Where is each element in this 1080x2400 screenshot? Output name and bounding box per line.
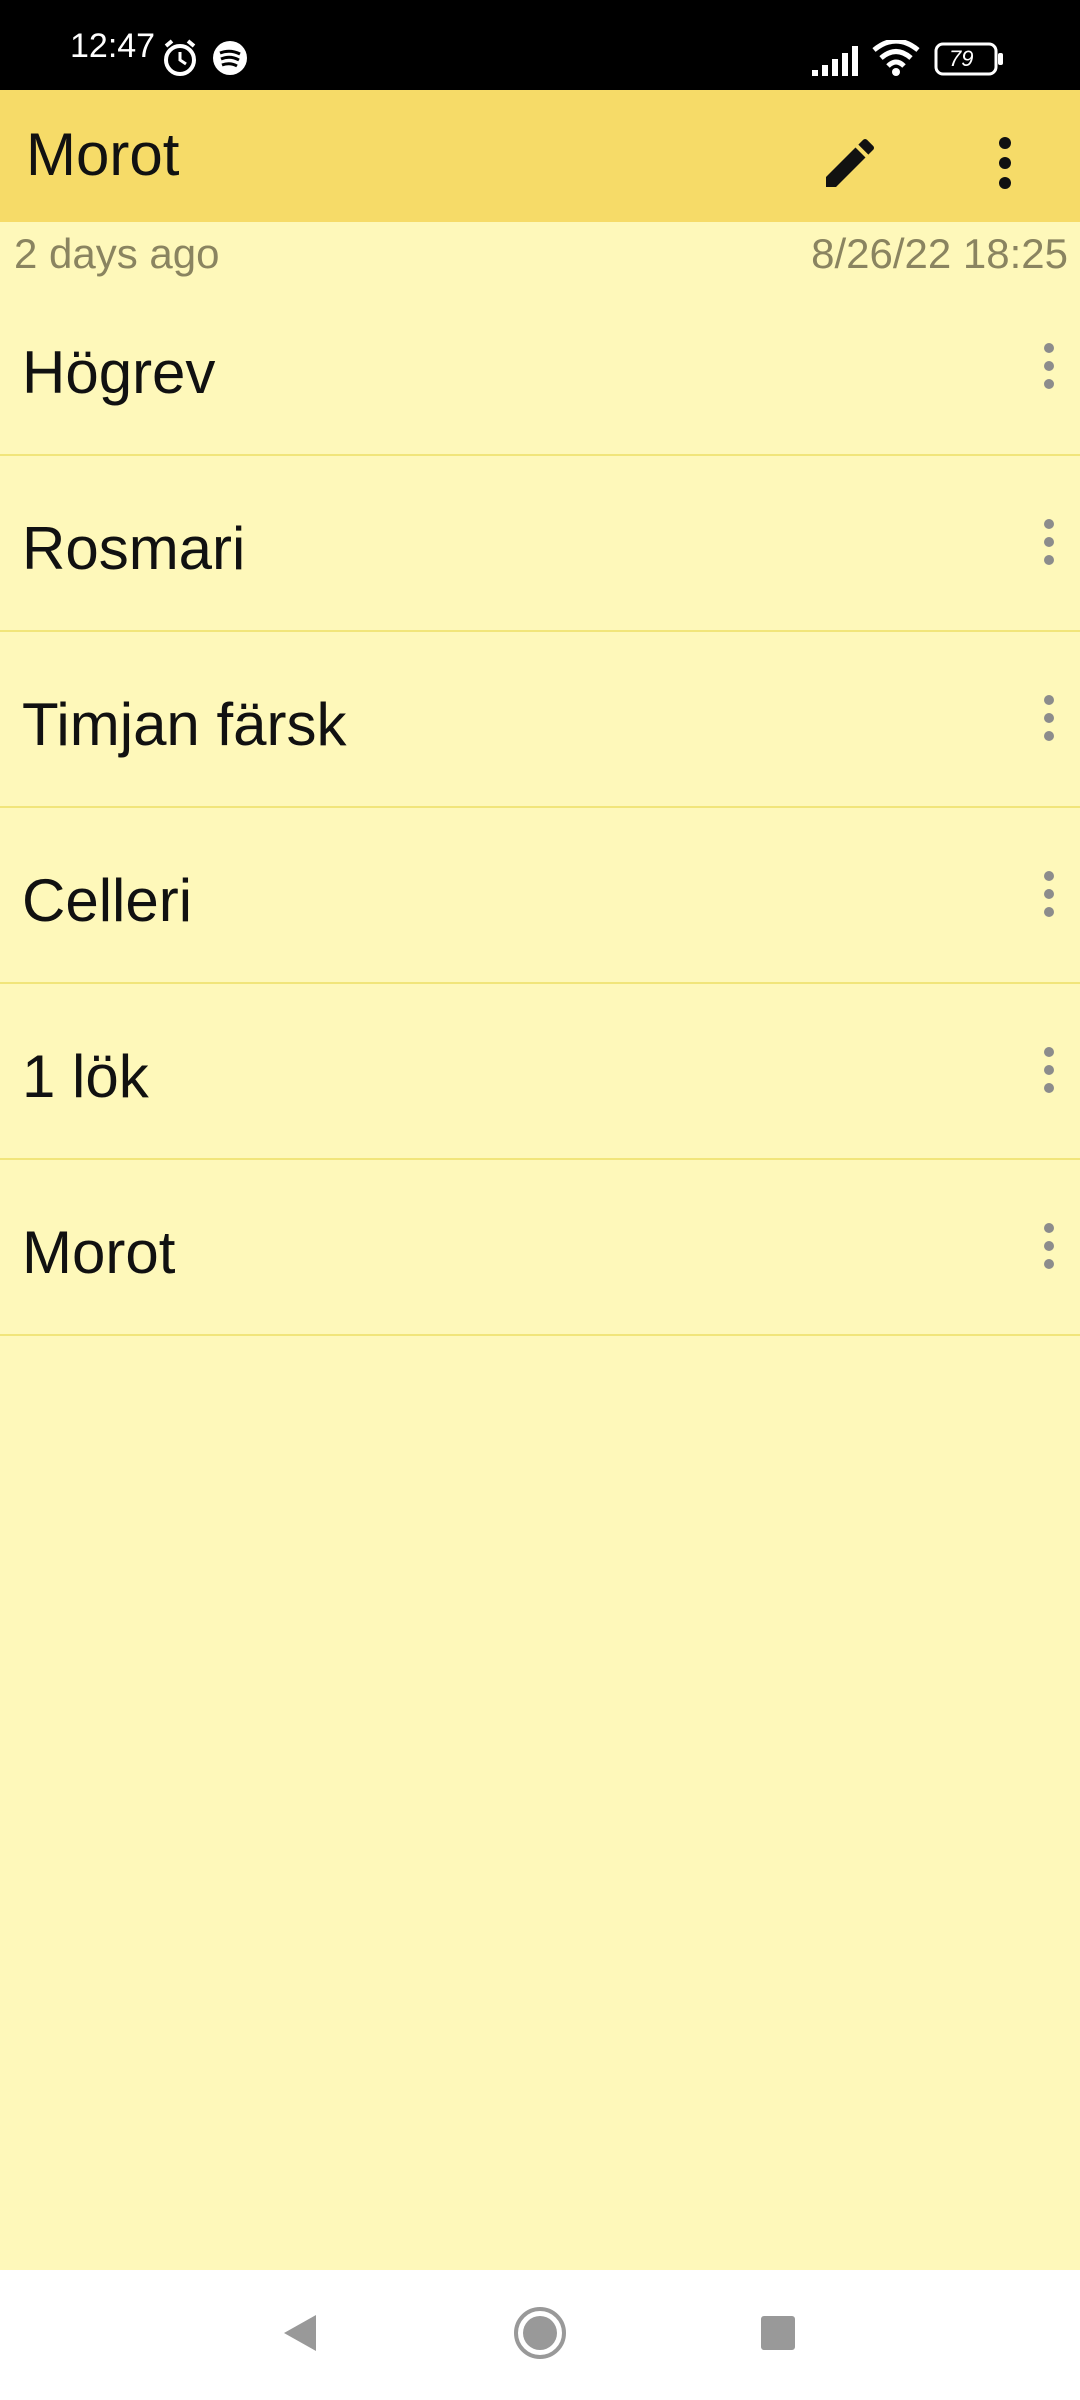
recents-button[interactable] <box>738 2295 818 2375</box>
more-vert-icon <box>1042 341 1056 396</box>
item-label: Timjan färsk <box>22 691 347 758</box>
spotify-icon <box>212 40 248 81</box>
more-vert-icon <box>995 133 1015 198</box>
list-item[interactable]: Rosmari <box>0 456 1080 632</box>
item-label: 1 lök <box>22 1043 149 1110</box>
item-more-button[interactable] <box>1024 1200 1074 1296</box>
more-vert-icon <box>1042 869 1056 924</box>
back-triangle-icon <box>280 2311 320 2360</box>
status-time: 12:47 <box>70 27 156 65</box>
item-more-button[interactable] <box>1024 320 1074 416</box>
list-item[interactable]: Celleri <box>0 808 1080 984</box>
list-item[interactable]: 1 lök <box>0 984 1080 1160</box>
item-more-button[interactable] <box>1024 672 1074 768</box>
app-bar: Morot <box>0 90 1080 222</box>
battery-level: 79 <box>949 46 974 71</box>
more-vert-icon <box>1042 1045 1056 1100</box>
relative-time: 2 days ago <box>14 230 220 277</box>
edit-button[interactable] <box>805 120 895 210</box>
item-more-button[interactable] <box>1024 1024 1074 1120</box>
item-label: Celleri <box>22 867 193 934</box>
list-item[interactable]: Högrev <box>0 280 1080 456</box>
timestamp: 8/26/22 18:25 <box>811 230 1068 277</box>
item-label: Högrev <box>22 339 216 406</box>
item-label: Rosmari <box>22 515 246 582</box>
item-more-button[interactable] <box>1024 496 1074 592</box>
more-vert-icon <box>1042 693 1056 748</box>
back-button[interactable] <box>260 2295 340 2375</box>
more-options-button[interactable] <box>965 120 1045 210</box>
home-circle-icon <box>512 2305 568 2366</box>
item-list: Högrev Rosmari Timjan färsk Celleri 1 lö… <box>0 280 1080 1336</box>
signal-icon <box>812 46 862 81</box>
item-label: Morot <box>22 1219 176 1286</box>
list-item[interactable]: Timjan färsk <box>0 632 1080 808</box>
home-button[interactable] <box>500 2295 580 2375</box>
more-vert-icon <box>1042 1221 1056 1276</box>
alarm-icon <box>160 38 200 83</box>
item-more-button[interactable] <box>1024 848 1074 944</box>
pencil-icon <box>818 131 882 200</box>
wifi-icon <box>872 38 920 81</box>
status-bar: 12:47 79 <box>0 0 1080 90</box>
list-item[interactable]: Morot <box>0 1160 1080 1336</box>
system-nav-bar <box>0 2270 1080 2400</box>
more-vert-icon <box>1042 517 1056 572</box>
recents-square-icon <box>759 2314 797 2357</box>
page-title: Morot <box>26 121 180 188</box>
